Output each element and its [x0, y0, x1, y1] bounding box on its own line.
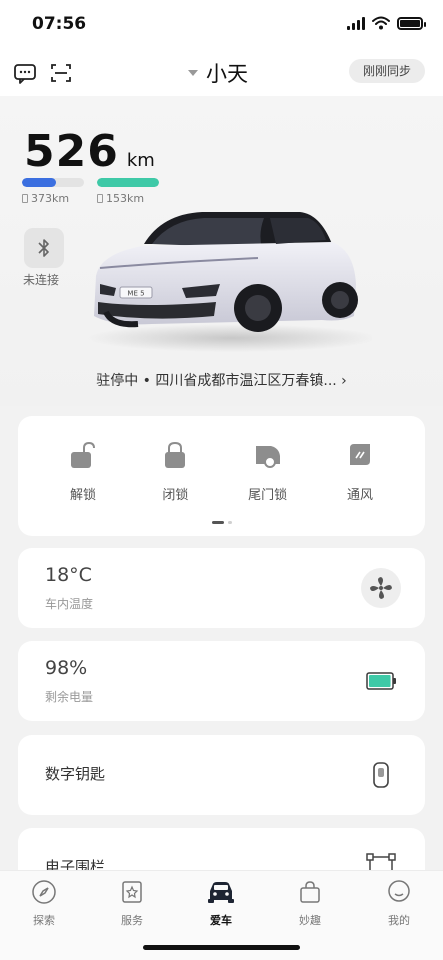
electric-range-bar — [97, 178, 159, 187]
car-badge: ME 5 — [127, 290, 144, 298]
tab-my-car-label: 爱车 — [210, 914, 232, 927]
fuel-range-label: 373km — [31, 192, 70, 205]
tab-fun-label: 妙趣 — [299, 914, 321, 927]
tab-explore[interactable]: 探索 — [14, 879, 74, 928]
car-icon — [208, 882, 234, 903]
digital-key-card[interactable]: 数字钥匙 — [18, 735, 425, 815]
top-nav: 小天 刚刚同步 — [0, 52, 443, 96]
fan-icon[interactable] — [361, 568, 401, 608]
fuel-range-fill — [22, 178, 57, 187]
cabin-temperature-label: 车内温度 — [45, 597, 94, 611]
page-indicator — [212, 521, 232, 524]
battery-label: 剩余电量 — [45, 690, 94, 704]
ventilation-icon — [349, 444, 370, 465]
remaining-battery-card[interactable]: 98% 剩余电量 — [18, 641, 425, 721]
range-value: 526 — [24, 126, 119, 177]
tab-my-car[interactable]: 爱车 — [191, 879, 251, 928]
tab-service[interactable]: 服务 — [102, 879, 162, 928]
scan-icon[interactable] — [48, 60, 74, 86]
wifi-icon — [372, 16, 390, 30]
lock-label: 闭锁 — [162, 488, 189, 503]
status-icons — [347, 16, 426, 30]
battery-value: 98% — [45, 657, 88, 679]
fuel-range-bar — [22, 178, 84, 187]
vehicle-hero: 526 km 373km 153km 未连接 ME 5 驻停中 • 四川省成都市… — [0, 96, 443, 406]
tailgate-lock-label: 尾门锁 — [248, 488, 288, 503]
lock-button[interactable]: 闭锁 — [148, 440, 202, 503]
quick-controls-card: 解锁 闭锁 尾门锁 通风 — [18, 416, 425, 536]
digital-key-title: 数字钥匙 — [45, 765, 106, 783]
profile-icon — [388, 880, 410, 902]
car-image[interactable]: ME 5 — [82, 204, 372, 354]
message-icon[interactable] — [12, 60, 38, 86]
range-display: 526 km — [24, 126, 155, 177]
car-name: 小天 — [206, 62, 248, 86]
tab-explore-label: 探索 — [33, 914, 55, 927]
tailgate-icon — [255, 446, 280, 468]
cabin-temperature-value: 18°C — [45, 564, 92, 586]
vehicle-location[interactable]: 驻停中 • 四川省成都市温江区万春镇... › — [0, 370, 443, 390]
battery-icon — [366, 672, 396, 690]
bluetooth-button[interactable] — [24, 228, 64, 268]
key-fob-icon — [373, 762, 389, 788]
shopping-bag-icon — [300, 881, 320, 903]
electric-range-group: 153km — [97, 178, 159, 205]
unlock-icon — [71, 441, 95, 468]
tab-profile-label: 我的 — [388, 914, 410, 927]
bluetooth-status: 未连接 — [23, 273, 60, 287]
fuel-range-group: 373km — [22, 178, 84, 205]
electric-icon — [97, 194, 103, 203]
tailgate-lock-button[interactable]: 尾门锁 — [241, 440, 295, 503]
range-unit: km — [126, 150, 155, 171]
unlock-button[interactable]: 解锁 — [56, 440, 110, 503]
fuel-icon — [22, 194, 28, 203]
ventilation-label: 通风 — [346, 488, 373, 503]
sync-button[interactable]: 刚刚同步 — [348, 59, 425, 83]
status-bar: 07:56 — [0, 0, 443, 52]
cellular-signal-icon — [347, 16, 365, 30]
tab-profile[interactable]: 我的 — [369, 879, 429, 928]
bluetooth-icon — [38, 239, 49, 257]
lock-icon — [165, 441, 186, 468]
cabin-temperature-card[interactable]: 18°C 车内温度 — [18, 548, 425, 628]
tab-fun[interactable]: 妙趣 — [280, 879, 340, 928]
status-battery-icon — [397, 16, 426, 30]
car-selector[interactable]: 小天 — [188, 58, 248, 88]
electric-range-fill — [97, 178, 159, 187]
compass-icon — [32, 880, 56, 904]
service-icon — [122, 881, 142, 903]
unlock-label: 解锁 — [69, 488, 96, 503]
ventilation-button[interactable]: 通风 — [333, 440, 387, 503]
status-time: 07:56 — [32, 14, 87, 34]
home-indicator — [143, 945, 300, 950]
tab-service-label: 服务 — [121, 914, 143, 927]
chevron-down-icon — [188, 70, 198, 76]
